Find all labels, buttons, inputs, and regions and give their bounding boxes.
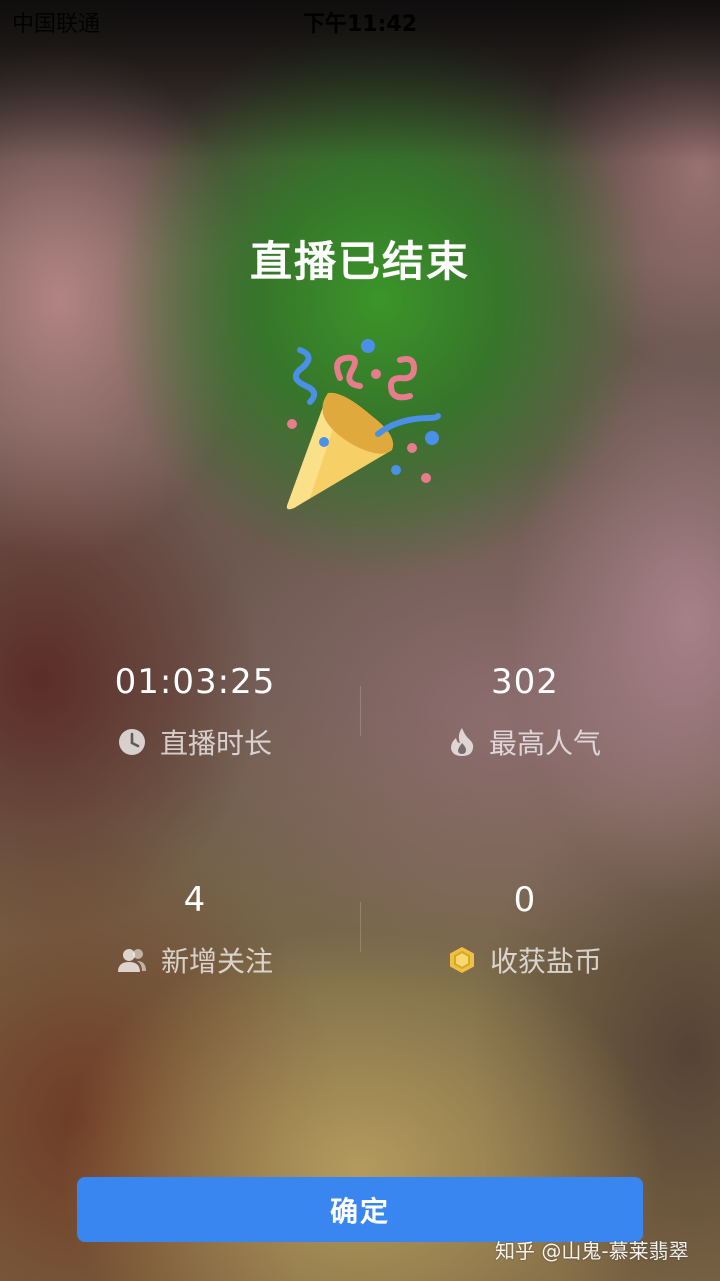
watermark: 知乎 @山鬼-慕莱翡翠 [495, 1239, 689, 1263]
users-icon [117, 949, 146, 972]
flame-icon [450, 728, 474, 756]
blurred-background [0, 0, 720, 1281]
stat-peak-popularity: 302 最高人气 [360, 662, 690, 762]
status-time: 下午11:42 [302, 12, 418, 37]
page-title: 直播已结束 [249, 237, 470, 286]
stat-duration-label: 直播时长 [159, 727, 272, 760]
stat-salt-coins-value: 0 [513, 880, 537, 920]
coin-icon [449, 947, 474, 973]
stat-peak-popularity-label: 最高人气 [488, 727, 601, 760]
stat-salt-coins-label: 收获盐币 [489, 945, 602, 978]
stat-duration-value: 01:03:25 [114, 662, 276, 702]
confirm-button[interactable]: 确定 [77, 1177, 643, 1242]
stat-new-followers-value: 4 [183, 880, 207, 920]
stat-salt-coins: 0 收获盐币 [360, 880, 690, 980]
stat-peak-popularity-value: 302 [491, 662, 559, 702]
status-bar: 中国联通 下午11:42 [0, 0, 720, 40]
party-popper-icon [286, 339, 441, 510]
stat-new-followers-label: 新增关注 [160, 945, 273, 978]
clock-icon [118, 729, 145, 755]
stat-duration: 01:03:25 直播时长 [30, 662, 360, 762]
stat-new-followers: 4 新增关注 [30, 880, 360, 980]
